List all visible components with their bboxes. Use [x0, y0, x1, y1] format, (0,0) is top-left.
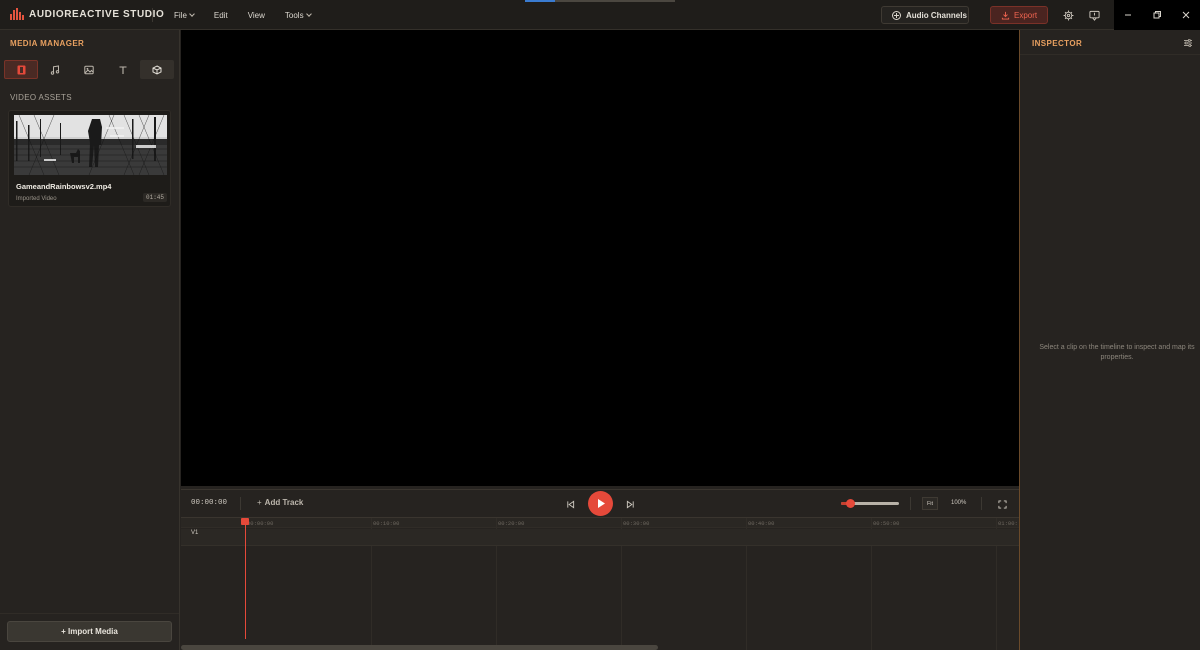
fullscreen-button[interactable]	[996, 498, 1008, 510]
app-logo-icon	[10, 8, 24, 20]
playhead-line	[245, 518, 246, 639]
menu-tools[interactable]: Tools	[275, 0, 321, 30]
menu-bar: File Edit View Tools	[164, 0, 321, 30]
restore-icon	[1153, 11, 1161, 19]
media-manager-panel: MEDIA MANAGER VIDEO ASSETS GameandRainbo…	[0, 30, 180, 650]
track-label-v1: V1	[191, 530, 199, 536]
tab-text[interactable]	[106, 60, 140, 79]
timeline[interactable]: 00:00:00 00:10:00 00:20:00 00:30:00 00:4…	[181, 517, 1019, 650]
menu-file-label: File	[174, 10, 187, 20]
playhead-handle[interactable]	[241, 518, 249, 525]
menu-edit-label: Edit	[213, 10, 228, 20]
time-ruler[interactable]: 00:00:00 00:10:00 00:20:00 00:30:00 00:4…	[181, 518, 1019, 528]
fullscreen-icon	[997, 499, 1007, 509]
asset-name: GameandRainbowsv2.mp4	[16, 182, 112, 191]
text-icon	[119, 65, 127, 74]
close-icon	[1182, 11, 1190, 19]
audio-channels-label: Audio Channels	[906, 10, 967, 20]
gear-icon	[1063, 10, 1073, 20]
feedback-icon	[1088, 10, 1100, 21]
title-bar: AUDIOREACTIVE STUDIO File Edit View Tool…	[0, 0, 1200, 30]
tab-audio[interactable]	[38, 60, 72, 79]
add-track-label: Add Track	[264, 498, 304, 507]
asset-card[interactable]: GameandRainbowsv2.mp4 Imported Video 01:…	[8, 110, 171, 207]
asset-type: Imported Video	[16, 196, 57, 202]
app-brand: AUDIOREACTIVE STUDIO	[10, 8, 164, 20]
ruler-tick-label: 00:10:00	[373, 520, 400, 527]
close-button[interactable]	[1172, 0, 1200, 30]
video-preview[interactable]	[181, 30, 1019, 486]
app-name: AUDIOREACTIVE STUDIO	[29, 8, 165, 20]
media-manager-title: MEDIA MANAGER	[10, 39, 85, 48]
ruler-tick-label: 00:40:00	[748, 520, 775, 527]
inspector-empty-message: Select a clip on the timeline to inspect…	[1039, 344, 1195, 361]
transport-divider	[910, 497, 911, 510]
minimize-button[interactable]	[1114, 0, 1142, 30]
transport-divider	[981, 497, 982, 510]
plus-circle-icon	[892, 10, 901, 20]
skip-back-icon	[566, 499, 574, 509]
skip-forward-button[interactable]	[624, 498, 636, 510]
track-row-v1[interactable]	[181, 529, 1019, 546]
export-button[interactable]: Export	[990, 6, 1048, 24]
window-controls	[1114, 0, 1200, 30]
menu-view[interactable]: View	[238, 0, 275, 30]
tab-video[interactable]	[4, 60, 38, 79]
feedback-button[interactable]	[1086, 7, 1102, 23]
timeline-zoom-slider[interactable]	[841, 499, 899, 508]
ruler-tick-label: 00:20:00	[498, 520, 525, 527]
ruler-tick-label: 00:30:00	[623, 520, 650, 527]
timecode-display: 00:00:00	[191, 499, 228, 507]
menu-file[interactable]: File	[164, 0, 204, 30]
minimize-icon	[1125, 14, 1131, 16]
video-assets-label: VIDEO ASSETS	[10, 93, 72, 102]
top-progress-indicator	[525, 0, 675, 2]
asset-duration-badge: 01:45	[143, 193, 168, 202]
add-track-button[interactable]: + Add Track	[257, 498, 303, 507]
fit-button[interactable]: Fit	[922, 497, 938, 510]
play-icon	[597, 499, 605, 508]
export-label: Export	[1014, 10, 1038, 20]
title-divider	[152, 8, 153, 22]
settings-button[interactable]	[1060, 7, 1076, 23]
download-icon	[1001, 11, 1010, 20]
inspector-header-divider	[1020, 54, 1200, 55]
film-icon	[17, 65, 25, 74]
restore-button[interactable]	[1143, 0, 1171, 30]
video-thumbnail	[14, 115, 167, 175]
inspector-title: INSPECTOR	[1032, 39, 1083, 48]
chevron-down-icon	[189, 10, 195, 17]
chevron-down-icon	[305, 10, 312, 17]
cube-icon	[152, 64, 162, 75]
sliders-icon	[1184, 39, 1192, 47]
zoom-slider-handle[interactable]	[845, 499, 855, 508]
ruler-tick-label: 00:00:00	[247, 520, 274, 527]
audio-channels-button[interactable]: Audio Channels	[881, 6, 969, 24]
media-type-tabs	[4, 60, 175, 79]
menu-tools-label: Tools	[284, 10, 304, 20]
skip-back-button[interactable]	[564, 498, 576, 510]
skip-forward-icon	[626, 499, 634, 509]
zoom-percent: 100%	[951, 500, 967, 506]
menu-edit[interactable]: Edit	[204, 0, 238, 30]
inspector-settings-button[interactable]	[1180, 35, 1196, 51]
plus-icon: +	[257, 498, 262, 507]
import-media-button[interactable]: + Import Media	[7, 621, 172, 642]
timeline-horizontal-scrollbar[interactable]	[181, 645, 658, 650]
tab-images[interactable]	[72, 60, 106, 79]
inspector-panel: INSPECTOR Select a clip on the timeline …	[1019, 30, 1200, 650]
ruler-tick-label: 00:50:00	[873, 520, 900, 527]
ruler-tick-label: 01:00:	[998, 520, 1018, 527]
play-button[interactable]	[588, 491, 613, 516]
music-icon	[50, 64, 60, 75]
transport-bar: 00:00:00 + Add Track Fit 100%	[181, 489, 1019, 516]
tab-3d[interactable]	[140, 60, 174, 79]
image-icon	[84, 65, 94, 74]
panel-divider	[0, 613, 179, 614]
menu-view-label: View	[247, 10, 265, 20]
transport-divider	[240, 497, 241, 510]
